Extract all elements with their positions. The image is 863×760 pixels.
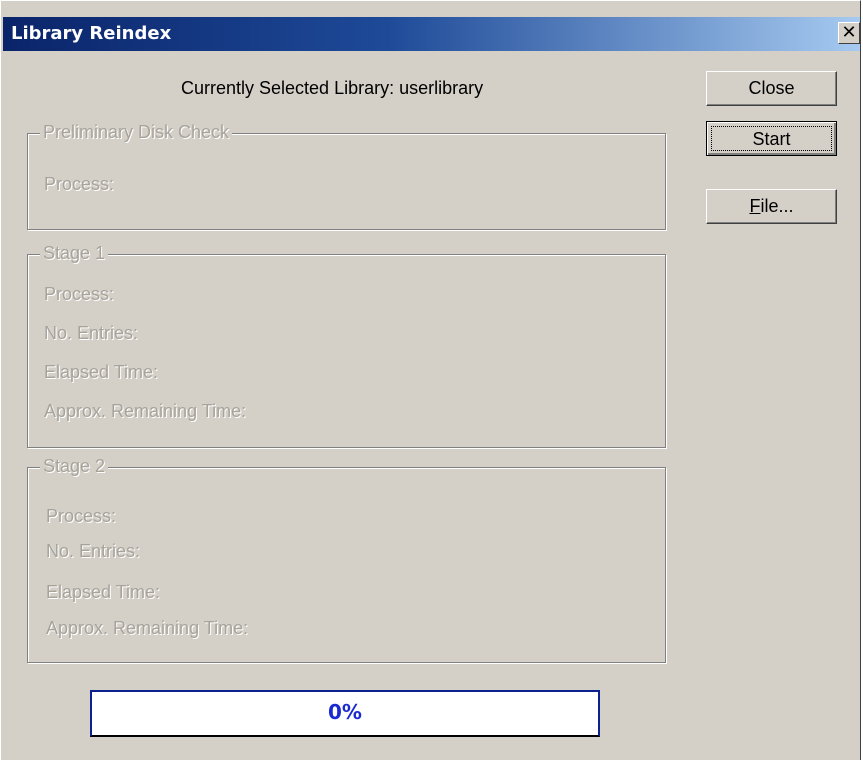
close-button[interactable]: Close <box>706 71 837 106</box>
progress-bar: 0% <box>90 690 600 737</box>
stage-2-remaining-label: Approx. Remaining Time: <box>46 618 249 638</box>
start-button[interactable]: Start <box>706 121 837 156</box>
close-icon[interactable]: ✕ <box>838 22 860 44</box>
stage-1-elapsed-label: Elapsed Time: <box>44 362 159 382</box>
stage-1-remaining-label: Approx. Remaining Time: <box>44 401 247 421</box>
start-button-label: Start <box>711 126 832 151</box>
stage-2-process-label: Process: <box>46 506 117 526</box>
progress-percent: 0% <box>328 700 362 724</box>
stage-1-entries-label: No. Entries: <box>44 323 139 343</box>
file-button[interactable]: File... <box>706 189 837 224</box>
title-bar[interactable]: Library Reindex ✕ <box>3 17 860 51</box>
stage-2-title: Stage 2 <box>40 456 109 477</box>
preliminary-process-label: Process: <box>44 174 115 194</box>
stage-2-group: Stage 2 Process: No. Entries: Elapsed Ti… <box>27 456 666 663</box>
stage-1-group: Stage 1 Process: No. Entries: Elapsed Ti… <box>27 243 666 448</box>
file-button-mnemonic: F <box>749 196 761 216</box>
selected-library-label: Currently Selected Library: userlibrary <box>181 78 484 98</box>
stage-2-entries-label: No. Entries: <box>46 541 141 561</box>
file-button-label: ile... <box>760 196 794 216</box>
stage-1-process-label: Process: <box>44 284 115 304</box>
preliminary-disk-check-group: Preliminary Disk Check Process: <box>27 122 666 230</box>
window-title: Library Reindex <box>11 23 172 44</box>
preliminary-disk-check-title: Preliminary Disk Check <box>40 122 233 143</box>
library-reindex-dialog: Library Reindex ✕ Currently Selected Lib… <box>0 0 861 760</box>
stage-1-title: Stage 1 <box>40 243 109 264</box>
stage-2-elapsed-label: Elapsed Time: <box>46 582 161 602</box>
